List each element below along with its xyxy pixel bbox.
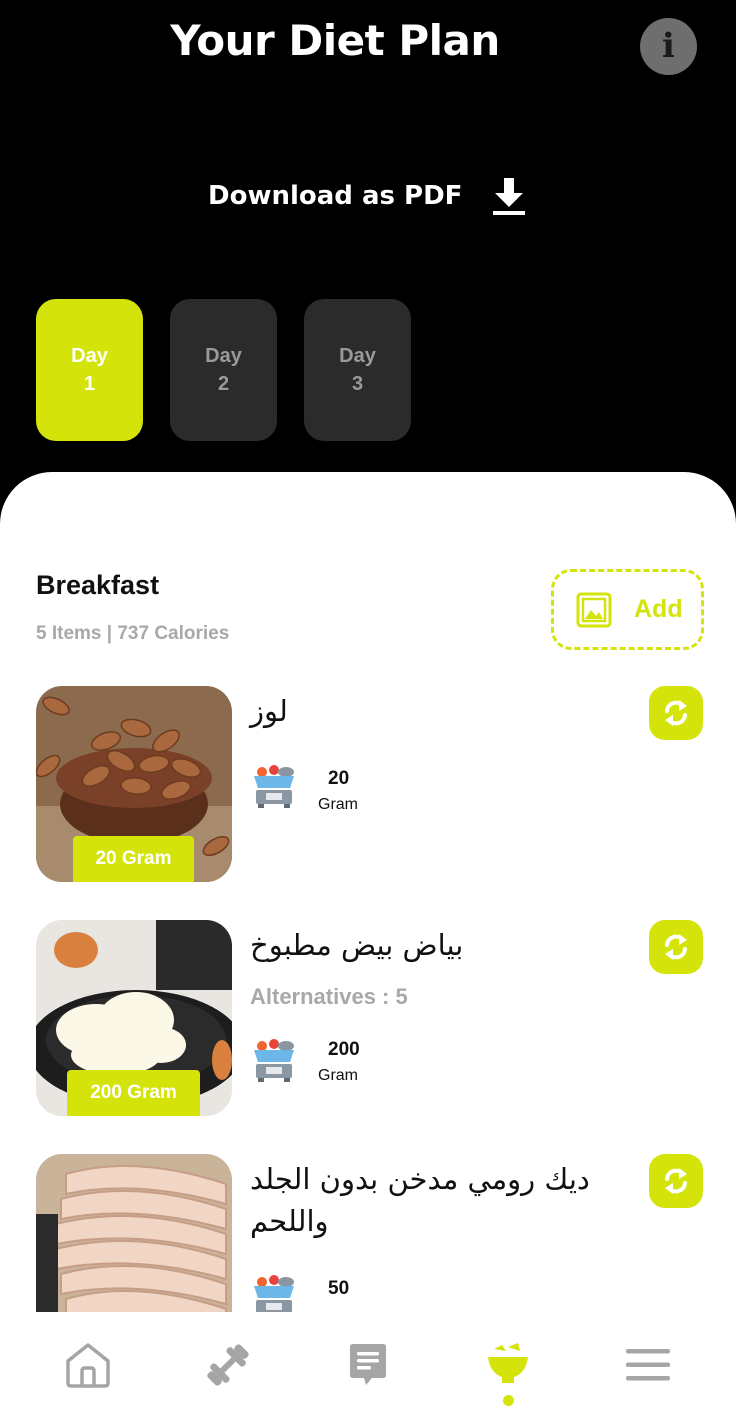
food-name: ديك رومي مدخن بدون الجلد واللحم	[250, 1162, 590, 1238]
info-icon[interactable]: i	[640, 18, 697, 75]
gram-badge: 20 Gram	[73, 836, 194, 882]
scale-icon	[254, 1275, 294, 1312]
quantity-value: 20	[328, 768, 350, 789]
food-name: لوز	[250, 694, 288, 728]
quantity: 50	[318, 1278, 349, 1300]
swap-icon	[665, 1168, 687, 1194]
meal-title: Breakfast	[36, 570, 160, 600]
header: Your Diet Plan i Download as PDF Day 1 D…	[0, 0, 736, 500]
nav-diet[interactable]	[463, 1320, 553, 1410]
active-indicator	[503, 1394, 514, 1406]
day-number: 1	[83, 373, 96, 395]
egg-whites-photo: 200 Gram	[36, 920, 232, 1116]
nav-menu[interactable]	[603, 1320, 693, 1410]
menu-icon	[626, 1348, 670, 1380]
diet-bowl-icon	[488, 1342, 528, 1383]
add-label: Add	[634, 595, 683, 623]
nav-home[interactable]	[43, 1320, 133, 1410]
notes-icon	[350, 1343, 386, 1385]
tab-day-1[interactable]: Day 1	[36, 299, 143, 441]
tab-day-3[interactable]: Day 3	[304, 299, 411, 441]
food-item[interactable]: ديك رومي مدخن بدون الجلد واللحم 50	[0, 1154, 736, 1312]
dumbbell-icon	[207, 1343, 249, 1386]
quantity: 200 Gram	[318, 1039, 360, 1085]
meal-summary: 5 Items | 737 Calories	[36, 623, 230, 644]
download-icon	[493, 178, 526, 215]
nav-notes[interactable]	[323, 1320, 413, 1410]
gram-badge: 200 Gram	[67, 1070, 200, 1116]
swap-button[interactable]	[649, 920, 703, 974]
home-icon	[66, 1342, 110, 1388]
swap-icon	[665, 700, 687, 726]
smoked-turkey-photo	[36, 1154, 232, 1312]
quantity-value: 50	[328, 1278, 350, 1299]
swap-button[interactable]	[649, 686, 703, 740]
day-label: Day	[339, 345, 376, 367]
day-label: Day	[71, 345, 108, 367]
swap-icon	[665, 934, 687, 960]
download-pdf-button[interactable]: Download as PDF	[208, 172, 526, 220]
scale-icon	[254, 765, 294, 808]
day-tabs: Day 1 Day 2 Day 3	[36, 299, 411, 441]
swap-button[interactable]	[649, 1154, 703, 1208]
tab-day-2[interactable]: Day 2	[170, 299, 277, 441]
add-photo-button[interactable]: Add	[551, 569, 704, 650]
almonds-photo: 20 Gram	[36, 686, 232, 882]
quantity-unit: Gram	[318, 1067, 358, 1084]
meal-sheet: Breakfast 5 Items | 737 Calories Add 20 …	[0, 472, 736, 1312]
food-name: بياض بيض مطبوخ	[250, 928, 464, 962]
food-item[interactable]: 200 Gram بياض بيض مطبوخ Alternatives : 5…	[0, 920, 736, 1120]
nav-workout[interactable]	[183, 1320, 273, 1410]
quantity-unit: Gram	[318, 796, 358, 813]
quantity: 20 Gram	[318, 768, 358, 814]
quantity-value: 200	[328, 1039, 360, 1060]
day-number: 2	[217, 373, 230, 395]
page-title: Your Diet Plan	[170, 16, 500, 65]
day-label: Day	[205, 345, 242, 367]
alternatives-count[interactable]: Alternatives : 5	[250, 984, 408, 1010]
bottom-nav	[0, 1312, 736, 1417]
scale-icon	[254, 1039, 294, 1082]
day-number: 3	[351, 373, 364, 395]
download-label: Download as PDF	[208, 181, 463, 211]
food-item[interactable]: 20 Gram لوز 20 Gram	[0, 686, 736, 886]
image-icon	[576, 592, 612, 627]
